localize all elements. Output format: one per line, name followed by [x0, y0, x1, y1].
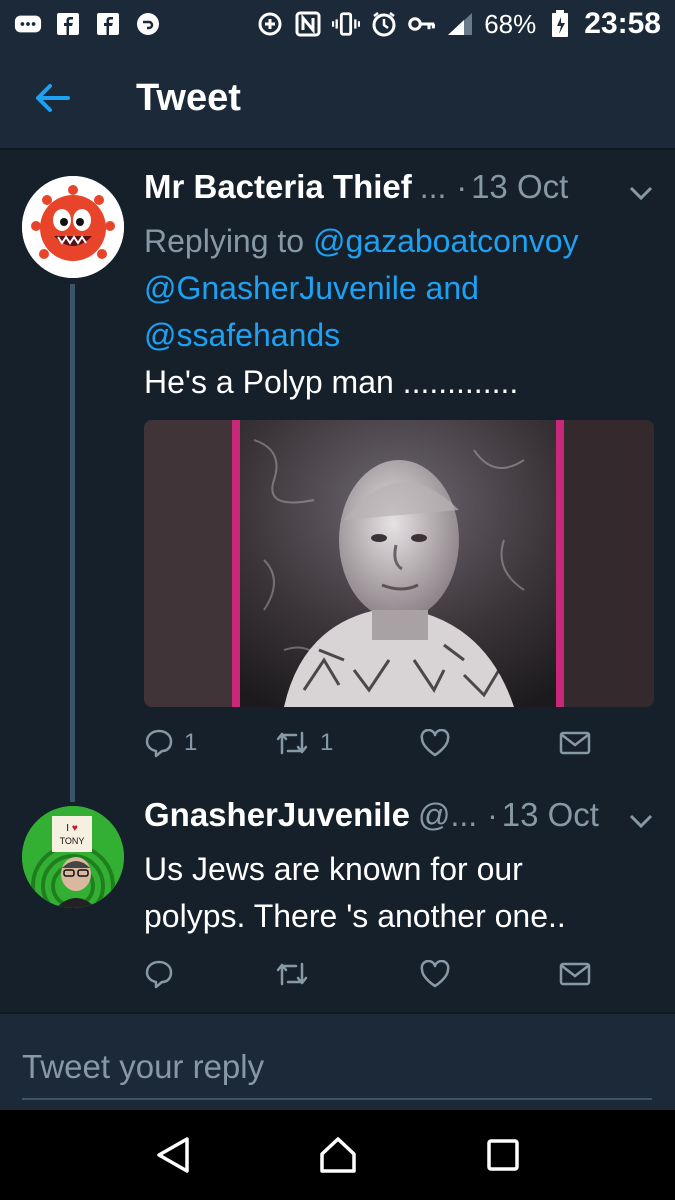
author-handle[interactable]: @... [418, 797, 477, 834]
battery-icon [546, 10, 574, 37]
reply-bar [0, 1012, 675, 1110]
reply-button[interactable] [144, 959, 274, 989]
signal-icon [446, 11, 474, 37]
chevron-down-icon[interactable] [627, 810, 655, 832]
facebook-icon [54, 11, 82, 37]
tweet-content: GnasherJuvenile @... · 13 Oct Us Jews ar… [144, 796, 655, 940]
triangle-back-icon [156, 1137, 189, 1173]
tweet-item[interactable]: I ♥ TONY GnasherJuvenile @... · 13 Oct U… [0, 790, 675, 1012]
mention-joiner[interactable]: and [426, 270, 479, 306]
reply-count: 1 [184, 729, 198, 756]
battery-percent: 68% [484, 8, 537, 39]
nav-back-button[interactable] [143, 1125, 203, 1185]
tweet-date[interactable]: 13 Oct [471, 168, 568, 206]
author-name[interactable]: GnasherJuvenile [144, 796, 410, 834]
separator: · [456, 169, 468, 205]
mail-icon [559, 962, 591, 986]
mail-icon [559, 731, 591, 755]
heart-icon [420, 960, 450, 988]
retweet-icon [276, 962, 308, 986]
heart-icon [420, 729, 450, 757]
reply-input[interactable] [22, 1036, 652, 1100]
replying-to: Replying to @gazaboatconvoy @GnasherJuve… [144, 218, 655, 359]
mention-link[interactable]: @ssafehands [144, 317, 340, 353]
square-recents-icon [486, 1139, 519, 1171]
like-button[interactable] [419, 960, 559, 988]
like-button[interactable] [419, 729, 559, 757]
separator: · [487, 797, 498, 833]
retweet-icon [276, 731, 308, 755]
tweet-actions [144, 954, 594, 994]
tweet-text-line: polyps. There 's another one.. [144, 898, 566, 934]
svg-text:TONY: TONY [60, 836, 85, 846]
tweet-text: Us Jews are known for our polyps. There … [144, 846, 655, 940]
key-icon [408, 11, 436, 37]
mention-link[interactable]: @GnasherJuvenile [144, 270, 417, 306]
system-nav-bar [0, 1110, 675, 1200]
system-icons: 68% 23:58 [256, 7, 661, 41]
reply-button[interactable]: 1 [144, 728, 274, 758]
retweet-button[interactable] [274, 960, 419, 988]
nfc-icon [294, 11, 322, 37]
tweet-header: Mr Bacteria Thief ... · 13 Oct [144, 168, 655, 216]
home-icon [319, 1137, 356, 1173]
nav-recents-button[interactable] [473, 1125, 533, 1185]
author-handle[interactable]: ... [420, 169, 447, 206]
tweet-date[interactable]: 13 Oct [502, 796, 599, 834]
nav-home-button[interactable] [308, 1125, 368, 1185]
facebook-icon [94, 11, 122, 37]
thread-line [70, 284, 75, 802]
reply-icon [145, 960, 173, 989]
back-button[interactable] [22, 68, 82, 128]
retweet-button[interactable]: 1 [274, 729, 419, 757]
alarm-icon [370, 11, 398, 37]
mention-link[interactable]: @gazaboatconvoy [313, 223, 579, 259]
chat-icon [134, 11, 162, 37]
tweet-header: GnasherJuvenile @... · 13 Oct [144, 796, 655, 844]
share-button[interactable] [559, 730, 591, 756]
notification-icons [14, 11, 162, 37]
app-header: Tweet [0, 48, 675, 150]
share-button[interactable] [559, 961, 591, 987]
tweet-content: Mr Bacteria Thief ... · 13 Oct Replying … [144, 168, 655, 406]
clock: 23:58 [584, 7, 661, 40]
chevron-down-icon[interactable] [627, 182, 655, 204]
vibrate-icon [332, 11, 361, 37]
status-bar: 68% 23:58 [0, 0, 675, 48]
page-title: Tweet [136, 76, 241, 119]
tweet-actions: 1 1 [144, 723, 594, 763]
replying-to-label: Replying to [144, 223, 305, 259]
tweet-item[interactable]: Mr Bacteria Thief ... · 13 Oct Replying … [0, 152, 675, 802]
avatar-sign: I ♥ [66, 823, 78, 834]
more-icon [14, 11, 42, 37]
tweet-photo[interactable] [144, 420, 654, 707]
data-saver-icon [256, 11, 284, 37]
avatar[interactable]: I ♥ TONY [22, 806, 124, 908]
back-arrow-icon [36, 84, 70, 112]
tweet-text: He's a Polyp man ............. [144, 364, 519, 400]
reply-icon [145, 729, 173, 758]
retweet-count: 1 [320, 729, 334, 756]
author-name[interactable]: Mr Bacteria Thief [144, 168, 412, 206]
avatar[interactable] [22, 176, 124, 278]
tweet-text-line: Us Jews are known for our [144, 851, 523, 887]
